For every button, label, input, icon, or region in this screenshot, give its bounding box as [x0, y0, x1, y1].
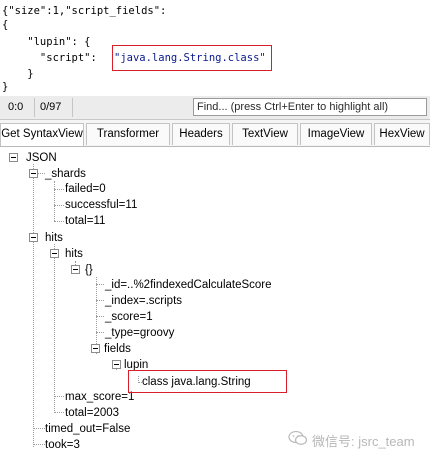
status-bar: 0:0 0/97 Find... (press Ctrl+Enter to hi…: [0, 96, 430, 120]
code-line-3: "lupin": {: [2, 36, 91, 48]
collapse-toggle-lupin[interactable]: [112, 360, 121, 369]
collapse-toggle-json[interactable]: [9, 153, 18, 162]
collapse-toggle-hits[interactable]: [29, 233, 38, 242]
tree-node-total-shards[interactable]: total=11: [65, 214, 105, 228]
tree-node-fields[interactable]: fields: [104, 342, 131, 356]
tree-connector: [33, 164, 34, 447]
code-line-5: }: [2, 68, 34, 80]
watermark-text: 微信号: jsrc_team: [312, 434, 415, 449]
tree-connector: [54, 244, 55, 413]
collapse-toggle-shards[interactable]: [29, 169, 38, 178]
tree-connector: [96, 284, 104, 285]
tree-connector: [54, 396, 64, 397]
collapse-toggle-hits-inner[interactable]: [50, 249, 59, 258]
tab-transformer[interactable]: Transformer: [86, 123, 170, 145]
tree-node-timed-out[interactable]: timed_out=False: [45, 422, 130, 436]
tree-node-score[interactable]: _score=1: [105, 310, 153, 324]
tree-connector: [54, 221, 64, 222]
tab-textview[interactable]: TextView: [232, 123, 298, 145]
script-highlight-box: [112, 45, 272, 71]
tree-node-max-score[interactable]: max_score=1: [65, 390, 134, 404]
tree-connector: [54, 205, 64, 206]
tab-hexview[interactable]: HexView: [374, 123, 430, 145]
status-divider: [72, 98, 73, 117]
tab-imageview[interactable]: ImageView: [300, 123, 372, 145]
tree-node-type[interactable]: _type=groovy: [105, 326, 174, 340]
tab-syntaxview[interactable]: Get SyntaxView: [0, 123, 84, 146]
tree-connector: [33, 444, 45, 445]
json-tree-view: JSON _shards failed=0 successful=11 tota…: [0, 147, 430, 464]
tree-node-id[interactable]: _id=..%2findexedCalculateScore: [105, 278, 272, 292]
tree-connector: [96, 300, 104, 301]
tree-node-successful[interactable]: successful=11: [65, 198, 137, 212]
wechat-icon: [288, 430, 308, 445]
request-body-editor[interactable]: {"size":1,"script_fields": { "lupin": { …: [0, 0, 430, 97]
find-input[interactable]: Find... (press Ctrl+Enter to highlight a…: [193, 98, 427, 116]
code-line-4: "script":: [2, 52, 104, 64]
tree-node-took[interactable]: took=3: [45, 438, 80, 452]
tree-connector: [33, 428, 45, 429]
response-tab-strip: Get SyntaxView Transformer Headers TextV…: [0, 120, 430, 147]
tree-connector: [96, 332, 104, 333]
match-count: 0/97: [40, 101, 62, 113]
result-highlight-box: [128, 370, 287, 393]
collapse-toggle-braces[interactable]: [71, 265, 80, 274]
tree-node-total-hits[interactable]: total=2003: [65, 406, 119, 420]
tab-headers[interactable]: Headers: [172, 123, 230, 145]
tree-node-shards[interactable]: _shards: [45, 167, 86, 181]
code-line-1: {"size":1,"script_fields":: [2, 5, 167, 17]
tree-connector: [54, 189, 64, 190]
tree-node-index[interactable]: _index=.scripts: [105, 294, 182, 308]
cursor-position: 0:0: [8, 101, 24, 113]
tree-node-failed[interactable]: failed=0: [65, 182, 106, 196]
tree-node-hits[interactable]: hits: [45, 231, 63, 245]
tree-connector: [54, 412, 64, 413]
tree-connector: [54, 181, 55, 221]
status-divider: [34, 98, 35, 117]
tree-connector: [96, 316, 104, 317]
collapse-toggle-fields[interactable]: [91, 344, 100, 353]
tree-node-json[interactable]: JSON: [26, 151, 57, 165]
code-line-6: }: [2, 81, 9, 93]
tree-node-braces[interactable]: {}: [85, 263, 93, 277]
code-line-2: {: [2, 19, 9, 31]
tree-node-hits-inner[interactable]: hits: [65, 247, 83, 261]
watermark: 微信号: jsrc_team: [288, 428, 430, 450]
